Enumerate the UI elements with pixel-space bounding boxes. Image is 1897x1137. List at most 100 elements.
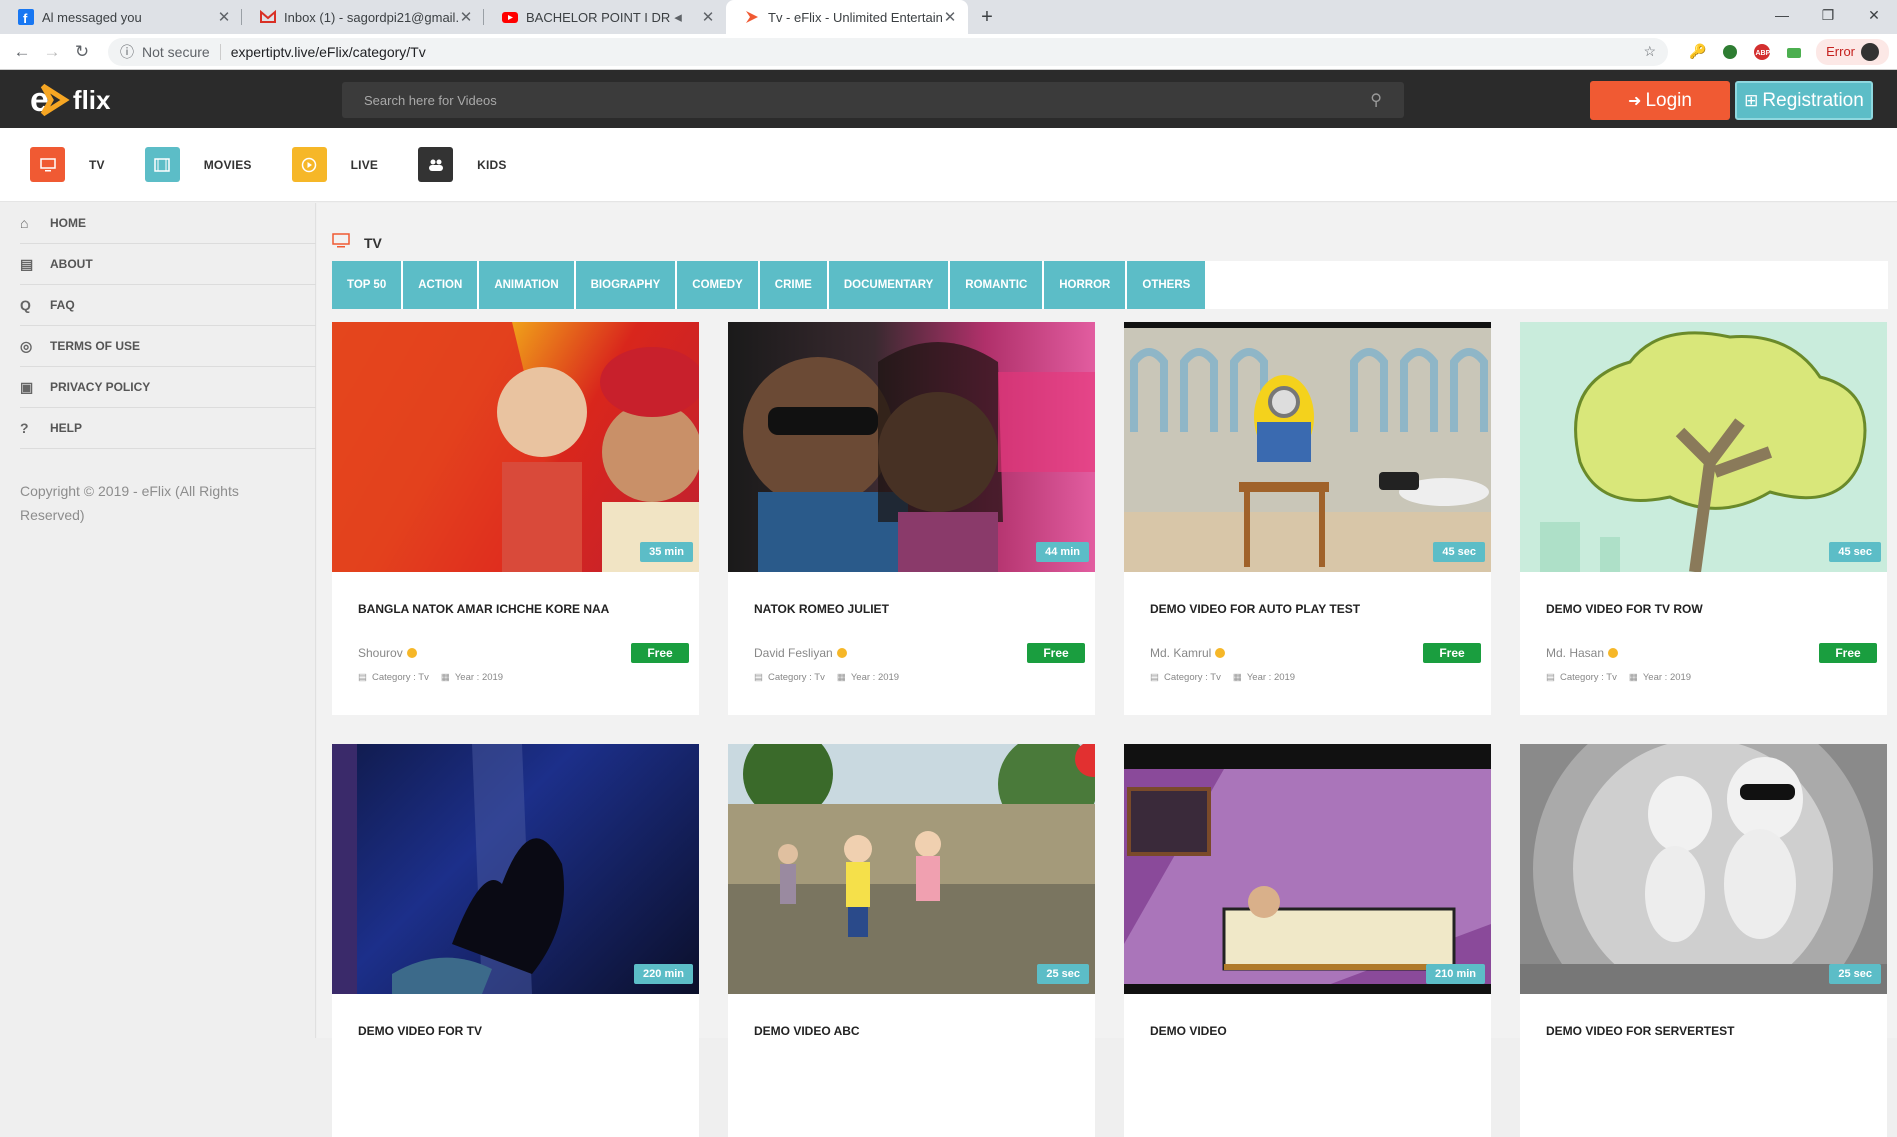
registration-label: Registration	[1762, 89, 1864, 111]
video-title[interactable]: DEMO VIDEO FOR TV ROW	[1546, 602, 1703, 616]
tab-title: Al messaged you	[42, 9, 142, 25]
film-icon	[144, 147, 180, 182]
video-thumbnail[interactable]: 35 min	[332, 322, 699, 572]
address-bar[interactable]: ⓘ Not secure expertiptv.live/eFlix/categ…	[108, 37, 1669, 66]
video-title[interactable]: DEMO VIDEO ABC	[754, 1024, 860, 1038]
video-thumbnail[interactable]: 45 sec	[1124, 322, 1491, 572]
verified-icon	[406, 648, 417, 658]
video-thumbnail[interactable]: 45 sec	[1520, 322, 1887, 572]
globe-extension-icon[interactable]	[1718, 40, 1742, 64]
genre-tab[interactable]: OTHERS	[1127, 261, 1208, 309]
close-icon[interactable]: ✕	[700, 8, 716, 26]
search-icon[interactable]: ⚲	[1370, 90, 1382, 110]
genre-tab[interactable]: ANIMATION	[479, 261, 576, 309]
author-name: David Fesliyan	[754, 646, 833, 660]
sidebar-item-label: FAQ	[50, 298, 75, 312]
profile-error-chip[interactable]: Error	[1816, 38, 1889, 65]
category-kids[interactable]: KIDS	[418, 147, 506, 182]
video-card[interactable]: 220 min DEMO VIDEO FOR TV	[332, 744, 699, 1137]
login-label: Login	[1645, 89, 1692, 111]
restore-icon[interactable]: ❐	[1805, 0, 1851, 30]
browser-tab[interactable]: BACHELOR POINT I DRAMA ◂ ✕	[484, 0, 726, 34]
adblock-icon[interactable]: ABP	[1750, 40, 1774, 64]
back-icon[interactable]: ←	[8, 42, 36, 62]
category-label: KIDS	[477, 157, 507, 172]
key-extension-icon[interactable]: 🔑	[1686, 40, 1710, 64]
genre-tab[interactable]: HORROR	[1044, 261, 1128, 309]
video-thumbnail[interactable]: 220 min	[332, 744, 699, 994]
video-thumbnail[interactable]: 25 sec	[1520, 744, 1887, 994]
registration-button[interactable]: ⊞ Registration	[1735, 81, 1873, 120]
genre-tab[interactable]: ROMANTIC	[950, 261, 1045, 309]
video-category: Category : Tv	[1559, 672, 1617, 683]
video-title[interactable]: BANGLA NATOK AMAR ICHCHE KORE NAA	[358, 602, 609, 616]
video-card[interactable]: 25 sec DEMO VIDEO ABC	[728, 744, 1095, 1137]
sidebar-item-terms[interactable]: ◎ TERMS OF USE	[20, 326, 316, 367]
duration-badge: 220 min	[634, 964, 693, 984]
forward-icon[interactable]: →	[38, 42, 66, 62]
login-button[interactable]: ➜ Login	[1590, 81, 1730, 120]
close-window-icon[interactable]: ✕	[1851, 0, 1897, 30]
sidebar-item-privacy[interactable]: ▣ PRIVACY POLICY	[20, 367, 316, 408]
mute-icon[interactable]: ◂	[670, 8, 686, 26]
genre-tab[interactable]: TOP 50	[332, 261, 404, 309]
video-title[interactable]: DEMO VIDEO FOR TV	[358, 1024, 482, 1038]
video-card[interactable]: 25 sec DEMO VIDEO FOR SERVERTEST	[1520, 744, 1887, 1137]
category-live[interactable]: LIVE	[291, 147, 378, 182]
close-icon[interactable]: ✕	[942, 8, 958, 26]
video-card[interactable]: 44 min NATOK ROMEO JULIET David Fesliyan…	[728, 322, 1095, 715]
search-bar[interactable]: ⚲	[342, 82, 1404, 118]
sidebar-item-faq[interactable]: Q FAQ	[20, 285, 316, 326]
sidebar-item-help[interactable]: ? HELP	[20, 408, 316, 449]
security-label: Not secure	[142, 43, 221, 60]
site-header: e flix ⚲ ➜ Login ⊞ Registration	[0, 70, 1897, 128]
sidebar-item-about[interactable]: ▤ ABOUT	[20, 244, 316, 285]
minimize-icon[interactable]: —	[1759, 0, 1805, 30]
genre-tab[interactable]: BIOGRAPHY	[575, 261, 678, 309]
video-card[interactable]: 45 sec DEMO VIDEO FOR TV ROW Md. Hasan F…	[1520, 322, 1887, 715]
tv-extension-icon[interactable]	[1782, 40, 1806, 64]
video-thumbnail[interactable]: 25 sec	[728, 744, 1095, 994]
browser-tab[interactable]: f Al messaged you ✕	[0, 0, 242, 34]
video-thumbnail[interactable]: 44 min	[728, 322, 1095, 572]
film-icon: ▤	[754, 672, 763, 683]
video-card[interactable]: 210 min DEMO VIDEO	[1124, 744, 1491, 1137]
video-title[interactable]: DEMO VIDEO FOR SERVERTEST	[1546, 1024, 1734, 1038]
genre-tab[interactable]: COMEDY	[677, 261, 760, 309]
logo-flix: flix	[72, 84, 111, 115]
price-badge: Free	[1027, 643, 1085, 663]
author-name: Shourov	[358, 646, 403, 660]
video-title[interactable]: DEMO VIDEO	[1150, 1024, 1227, 1038]
video-title[interactable]: NATOK ROMEO JULIET	[754, 602, 889, 616]
close-icon[interactable]: ✕	[216, 8, 232, 26]
video-title[interactable]: DEMO VIDEO FOR AUTO PLAY TEST	[1150, 602, 1360, 616]
bookmark-star-icon[interactable]: ☆	[1644, 43, 1657, 60]
url-text[interactable]: expertiptv.live/eFlix/category/Tv	[231, 44, 426, 60]
genre-tab[interactable]: ACTION	[403, 261, 480, 309]
window-controls: — ❐ ✕	[1759, 0, 1897, 30]
video-author[interactable]: Md. Kamrul	[1150, 646, 1226, 660]
video-card[interactable]: 45 sec DEMO VIDEO FOR AUTO PLAY TEST Md.…	[1124, 322, 1491, 715]
category-tv[interactable]: TV	[30, 147, 105, 182]
youtube-icon	[502, 9, 518, 25]
sidebar-item-home[interactable]: ⌂ HOME	[20, 203, 316, 244]
search-input[interactable]	[364, 92, 1371, 108]
verified-icon	[1608, 648, 1619, 658]
browser-tab[interactable]: Inbox (1) - sagordpi21@gmail.co ✕	[242, 0, 484, 34]
video-author[interactable]: David Fesliyan	[754, 646, 847, 660]
category-movies[interactable]: MOVIES	[144, 147, 252, 182]
sign-in-icon: ➜	[1628, 92, 1642, 110]
genre-tab[interactable]: CRIME	[759, 261, 829, 309]
info-icon[interactable]: ⓘ	[120, 42, 134, 62]
close-icon[interactable]: ✕	[458, 8, 474, 26]
video-thumbnail[interactable]: 210 min	[1124, 744, 1491, 994]
eflix-logo[interactable]: e flix	[30, 80, 111, 120]
video-author[interactable]: Shourov	[358, 646, 417, 660]
browser-tab-active[interactable]: Tv - eFlix - Unlimited Entertainme ✕	[726, 0, 968, 34]
video-author[interactable]: Md. Hasan	[1546, 646, 1619, 660]
section-heading: TV	[332, 233, 382, 253]
new-tab-button[interactable]: +	[972, 0, 1002, 34]
genre-tab[interactable]: DOCUMENTARY	[828, 261, 951, 309]
video-card[interactable]: 35 min BANGLA NATOK AMAR ICHCHE KORE NAA…	[332, 322, 699, 715]
reload-icon[interactable]: ↻	[68, 42, 96, 62]
